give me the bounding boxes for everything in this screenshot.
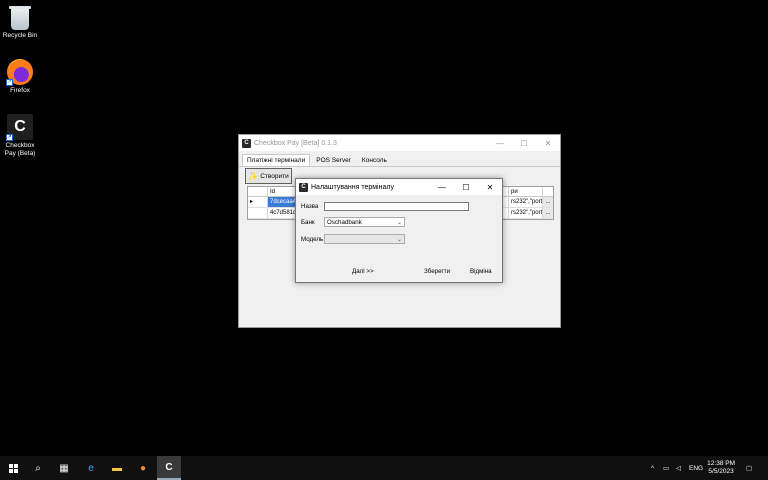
file-explorer-icon[interactable]: ▬ xyxy=(105,456,129,480)
volume-icon[interactable]: ◁ xyxy=(676,456,681,480)
name-field[interactable] xyxy=(324,202,469,211)
search-icon[interactable]: ⌕ xyxy=(26,456,50,480)
close-icon[interactable]: ✕ xyxy=(478,183,502,192)
checkbox-app-icon: C ↗ xyxy=(6,114,33,141)
firefox-shortcut[interactable]: ↗ Firefox xyxy=(0,59,40,95)
name-row: Назва xyxy=(301,202,469,211)
chevron-down-icon: ⌄ xyxy=(396,236,402,243)
minimize-icon[interactable]: — xyxy=(430,183,454,192)
network-icon[interactable]: ▭ xyxy=(663,456,669,480)
main-tabs: Платіжні термінали POS Server Консоль xyxy=(239,151,560,167)
bank-row: Банк Oschadbank ⌄ xyxy=(301,217,405,227)
checkbox-pay-shortcut[interactable]: C ↗ Checkbox Pay (Beta) xyxy=(0,114,40,158)
start-button[interactable] xyxy=(1,456,25,480)
clock[interactable]: 12:38 PM 5/5/2023 xyxy=(707,460,735,476)
firefox-icon: ↗ xyxy=(6,59,33,86)
column-header-edit xyxy=(543,187,553,196)
save-button[interactable]: Зберегти xyxy=(424,268,450,275)
task-view-icon[interactable]: ▦ xyxy=(52,456,76,480)
edge-icon[interactable]: e xyxy=(79,456,103,480)
create-button[interactable]: ✨ Створити xyxy=(245,168,292,184)
row-edit-button[interactable]: ... xyxy=(543,208,553,218)
clock-date: 5/5/2023 xyxy=(708,468,734,475)
tab-payment-terminals[interactable]: Платіжні термінали xyxy=(242,154,311,166)
show-hidden-icons[interactable]: ^ xyxy=(651,456,654,480)
create-button-label: Створити xyxy=(260,172,289,180)
recycle-bin-icon xyxy=(9,6,31,30)
shortcut-arrow-icon: ↗ xyxy=(6,134,13,141)
dialog-title: Налаштування терміналу xyxy=(311,183,394,191)
bank-select[interactable]: Oschadbank ⌄ xyxy=(324,217,405,227)
next-button[interactable]: Далі >> xyxy=(352,268,374,275)
taskbar: ⌕ ▦ e ▬ ● C ^ ▭ ◁ ENG 12:38 PM 5/5/2023 … xyxy=(0,456,768,480)
terminal-settings-dialog: C Налаштування терміналу — ☐ ✕ Назва Бан… xyxy=(295,178,503,283)
model-select[interactable]: ⌄ xyxy=(324,234,405,244)
minimize-icon[interactable]: — xyxy=(488,139,512,148)
firefox-label: Firefox xyxy=(10,87,30,94)
column-header-params[interactable]: ри xyxy=(509,187,543,196)
tab-console[interactable]: Консоль xyxy=(357,154,392,166)
firefox-icon[interactable]: ● xyxy=(131,456,155,480)
close-icon[interactable]: ✕ xyxy=(536,139,560,148)
checkbox-pay-label: Checkbox Pay (Beta) xyxy=(4,142,36,157)
maximize-icon[interactable]: ☐ xyxy=(454,183,478,192)
shortcut-arrow-icon: ↗ xyxy=(6,79,13,86)
notifications-icon[interactable]: ▢ xyxy=(746,456,752,480)
main-window-title: Checkbox Pay [Beta] 0.1.3 xyxy=(254,139,337,147)
windows-logo-icon xyxy=(8,463,18,473)
cancel-button[interactable]: Відміна xyxy=(470,268,492,275)
current-row-arrow-icon: ▸ xyxy=(248,197,268,207)
tab-pos-server[interactable]: POS Server xyxy=(311,154,356,166)
row-selector xyxy=(248,208,268,218)
maximize-icon[interactable]: ☐ xyxy=(512,139,536,148)
checkbox-pay-taskbar-icon[interactable]: C xyxy=(157,456,181,480)
clock-time: 12:38 PM xyxy=(707,460,735,467)
model-row: Модель ⌄ xyxy=(301,234,405,244)
row-header-corner xyxy=(248,187,268,196)
row-edit-button[interactable]: ... xyxy=(543,197,553,207)
recycle-bin-shortcut[interactable]: Recycle Bin xyxy=(0,6,40,40)
row-params-cell[interactable]: rs232","port... xyxy=(509,197,543,207)
name-label: Назва xyxy=(301,203,319,210)
dialog-titlebar[interactable]: C Налаштування терміналу — ☐ ✕ xyxy=(296,179,502,195)
language-indicator[interactable]: ENG xyxy=(689,456,703,480)
row-params-cell[interactable]: rs232","port... xyxy=(509,208,543,218)
checkbox-app-icon: C xyxy=(242,138,251,148)
chevron-down-icon: ⌄ xyxy=(396,219,402,226)
checkbox-app-icon: C xyxy=(299,182,308,192)
bank-label: Банк xyxy=(301,218,315,226)
bank-select-value: Oschadbank xyxy=(327,218,362,226)
model-label: Модель xyxy=(301,235,324,243)
main-titlebar[interactable]: C Checkbox Pay [Beta] 0.1.3 — ☐ ✕ xyxy=(239,135,560,151)
magic-wand-icon: ✨ xyxy=(248,171,259,181)
recycle-bin-label: Recycle Bin xyxy=(2,32,38,39)
